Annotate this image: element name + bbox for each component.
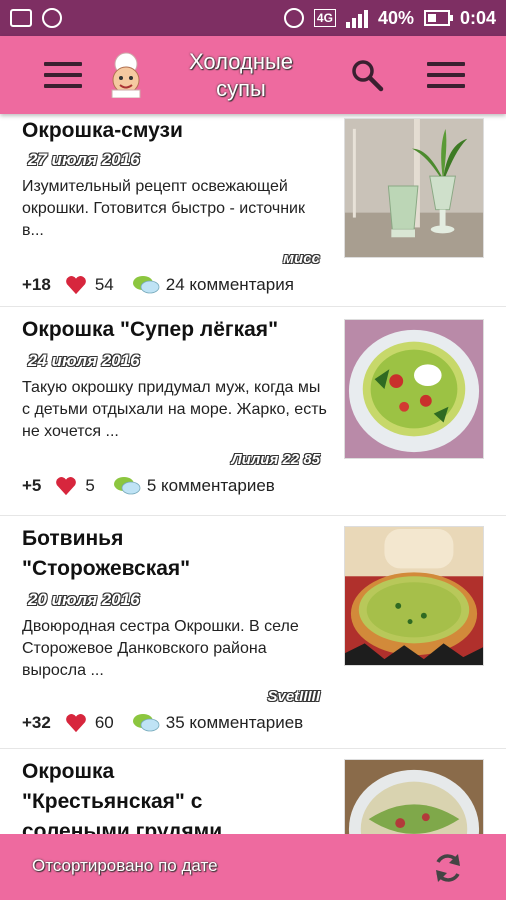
sync-icon (42, 8, 62, 28)
recipe-thumbnail[interactable] (344, 118, 484, 258)
recipe-author[interactable]: Лилия 22 85 (232, 451, 321, 468)
recipe-description: Двоюродная сестра Окрошки. В селе Сторож… (22, 618, 299, 679)
recipe-thumbnail[interactable] (344, 526, 484, 666)
heart-icon[interactable] (65, 275, 87, 295)
likes-count: 54 (94, 275, 114, 294)
recipe-list[interactable]: Окрошка-смузи 27 июля 2016 Изумительный … (0, 114, 506, 834)
signal-icon (345, 8, 368, 28)
menu-icon[interactable] (44, 62, 82, 88)
comments-icon[interactable] (132, 712, 160, 734)
recipe-date: 20 июля 2016 (28, 590, 140, 609)
recipe-title[interactable]: Окрошка-смузи (22, 116, 332, 146)
app-bar: Холодные супы (0, 36, 506, 114)
alarm-icon (283, 8, 304, 28)
recipe-author[interactable]: мисс (283, 250, 320, 267)
rating-score: +5 (22, 476, 42, 495)
comments-count[interactable]: 5 комментариев (147, 476, 275, 496)
bottom-bar: Отсортировано по дате (0, 834, 506, 900)
heart-icon[interactable] (55, 476, 77, 496)
sort-label[interactable]: Отсортировано по дате (32, 856, 218, 876)
likes-count: 60 (94, 713, 114, 732)
recipe-description: Такую окрошку придумал муж, когда мы с д… (22, 379, 327, 440)
refresh-icon[interactable] (430, 850, 466, 886)
recipe-stats: +32 60 35 комментариев (22, 712, 303, 734)
recipe-card[interactable]: Окрошка "Супер лёгкая" 24 июля 2016 Таку… (0, 307, 506, 516)
page-title: Холодные супы (188, 49, 294, 101)
recipe-description: Изумительный рецепт освежающей окрошки. … (22, 178, 305, 239)
recipe-title[interactable]: Окрошка "Крестьянская" с солеными грудям… (22, 757, 282, 834)
rating-score: +18 (22, 275, 51, 294)
comments-icon[interactable] (113, 475, 141, 497)
battery-charging-icon (423, 10, 453, 26)
comments-icon[interactable] (132, 274, 160, 296)
clock: 0:04 (459, 7, 496, 28)
recipe-author[interactable]: SvetIIIII (267, 688, 320, 705)
status-bar: 4G 40% 0:04 (0, 0, 506, 36)
network-type: 4G (313, 9, 336, 27)
recipe-card[interactable]: Окрошка "Крестьянская" с солеными грудям… (0, 749, 506, 834)
recipe-card[interactable]: Ботвинья "Сторожевская" 20 июля 2016 Дво… (0, 516, 506, 749)
recipe-stats: +5 5 5 комментариев (22, 475, 275, 497)
comments-count[interactable]: 35 комментариев (166, 713, 303, 733)
overflow-menu-icon[interactable] (427, 62, 465, 88)
heart-icon[interactable] (65, 713, 87, 733)
search-icon[interactable] (350, 58, 384, 92)
recipe-date: 24 июля 2016 (28, 351, 140, 370)
battery-percent: 40% (377, 7, 414, 28)
chef-logo (111, 52, 141, 98)
recipe-date: 27 июля 2016 (28, 150, 140, 169)
recipe-thumbnail[interactable] (344, 759, 484, 834)
recipe-stats: +18 54 24 комментария (22, 274, 294, 296)
recipe-card[interactable]: Окрошка-смузи 27 июля 2016 Изумительный … (0, 114, 506, 307)
recipe-thumbnail[interactable] (344, 319, 484, 459)
recipe-title[interactable]: Окрошка "Супер лёгкая" (22, 315, 332, 345)
recipe-title[interactable]: Ботвинья "Сторожевская" (22, 524, 252, 584)
likes-count: 5 (85, 476, 95, 495)
comments-count[interactable]: 24 комментария (166, 275, 294, 295)
image-icon (10, 9, 32, 27)
rating-score: +32 (22, 713, 51, 732)
